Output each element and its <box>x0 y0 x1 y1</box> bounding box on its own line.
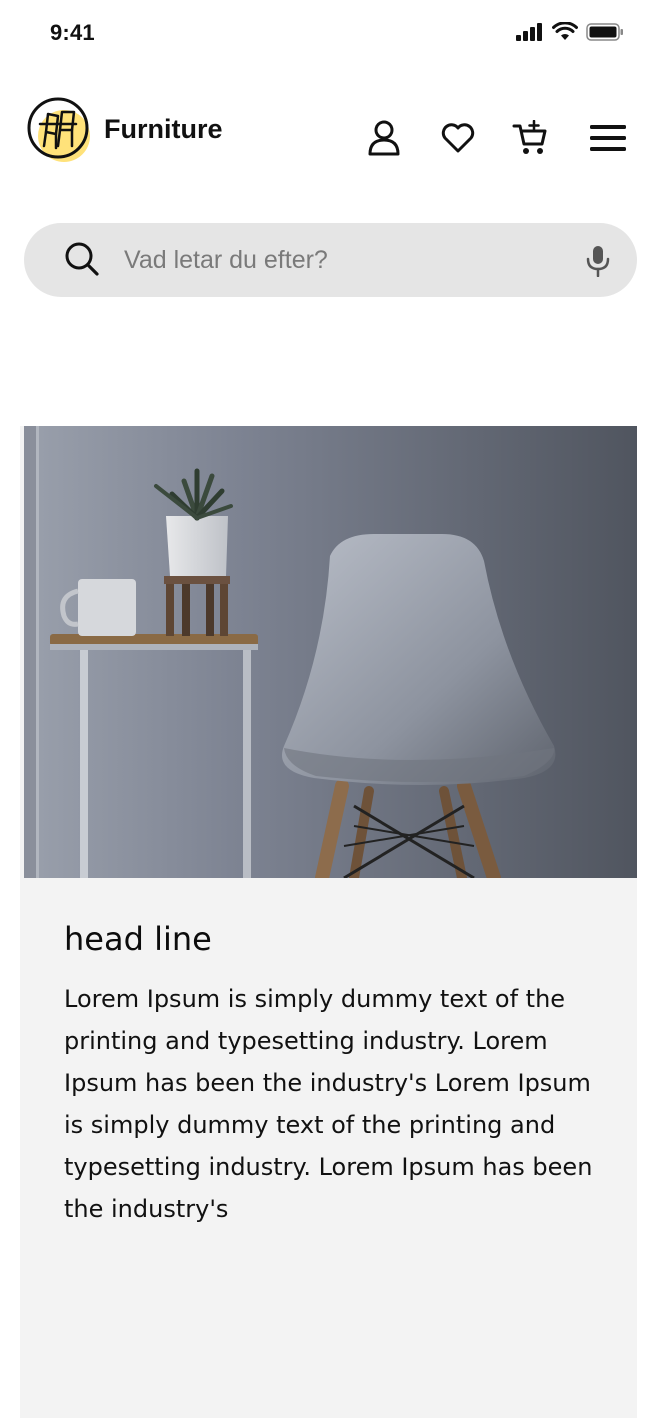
status-icons <box>516 21 624 47</box>
status-bar: 9:41 <box>0 0 660 70</box>
cart-add-icon[interactable] <box>510 118 550 158</box>
search-bar[interactable] <box>24 223 637 297</box>
card-image[interactable] <box>24 426 637 878</box>
search-input[interactable] <box>124 237 564 283</box>
card-text: head line Lorem Ipsum is simply dummy te… <box>64 920 609 1230</box>
card-body: Lorem Ipsum is simply dummy text of the … <box>64 985 593 1223</box>
search-icon[interactable] <box>64 241 100 282</box>
heart-icon[interactable] <box>438 118 478 158</box>
user-icon[interactable] <box>364 118 404 158</box>
chair-logo[interactable] <box>26 96 94 164</box>
header: Furniture <box>0 90 660 180</box>
battery-icon <box>586 23 624 46</box>
article-card[interactable]: head line Lorem Ipsum is simply dummy te… <box>20 426 637 1418</box>
microphone-icon[interactable] <box>585 245 611 282</box>
status-time: 9:41 <box>50 20 95 45</box>
brand-name: Furniture <box>104 114 223 144</box>
signal-icon <box>516 23 544 46</box>
wifi-icon <box>552 21 578 47</box>
card-headline: head line <box>64 920 212 958</box>
menu-icon[interactable] <box>588 118 628 158</box>
